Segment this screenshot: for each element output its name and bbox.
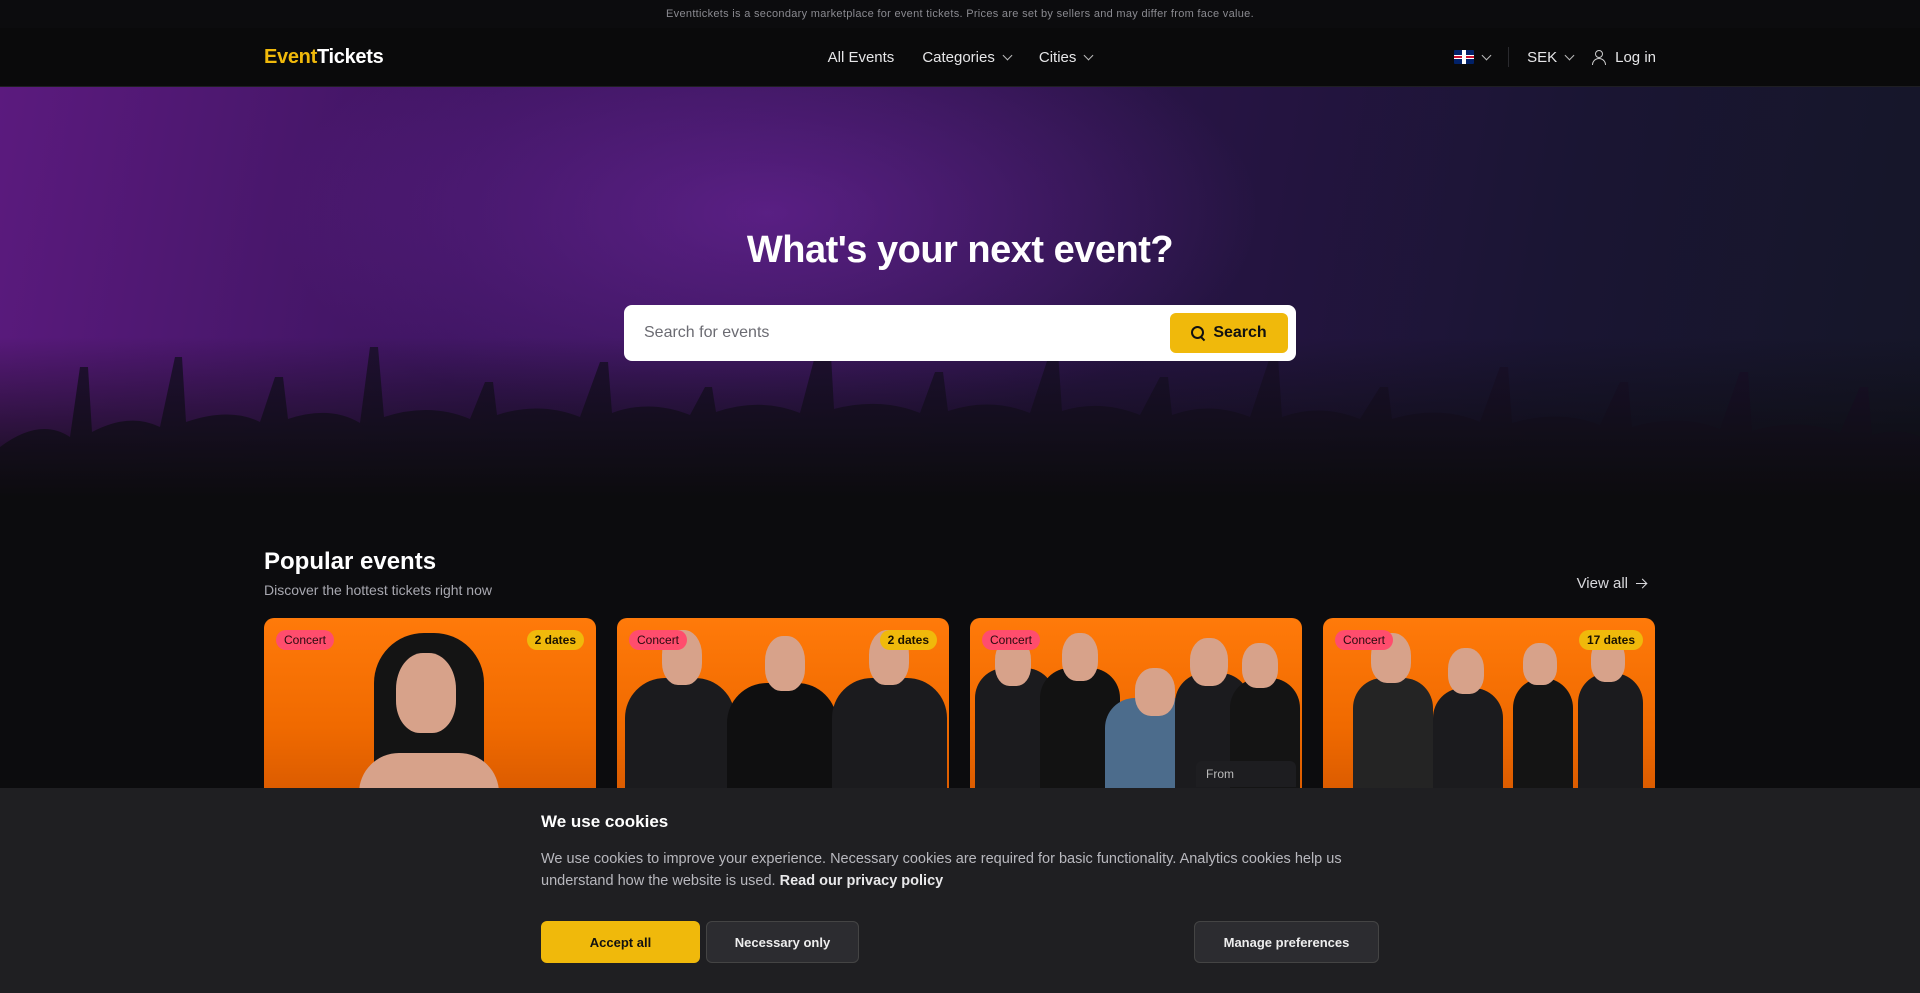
category-badge: Concert xyxy=(1335,630,1394,650)
main-header: EventTickets All Events Categories Citie… xyxy=(0,28,1920,87)
category-badge: Concert xyxy=(982,630,1041,650)
view-all-link[interactable]: View all xyxy=(1577,575,1646,592)
search-icon xyxy=(1191,326,1205,340)
chevron-down-icon xyxy=(1481,50,1492,60)
chevron-down-icon xyxy=(1002,50,1013,60)
search-bar: Search xyxy=(624,305,1296,361)
cookie-description: We use cookies to improve your experienc… xyxy=(541,848,1379,892)
popular-events-title: Popular events xyxy=(264,548,437,575)
uk-flag-icon xyxy=(1454,50,1475,64)
nav-categories[interactable]: Categories xyxy=(922,48,1013,66)
logo-part-tickets: Tickets xyxy=(316,45,384,68)
chevron-down-icon xyxy=(1083,50,1094,60)
search-input[interactable] xyxy=(644,324,1170,342)
login-button[interactable]: Log in xyxy=(1591,49,1656,66)
logo[interactable]: EventTickets xyxy=(264,45,384,69)
hero-section: What's your next event? Search xyxy=(0,87,1920,507)
category-badge: Concert xyxy=(276,630,335,650)
nav-categories-label: Categories xyxy=(922,48,995,66)
currency-selector[interactable]: SEK xyxy=(1527,48,1575,66)
dates-badge: 17 dates xyxy=(1578,630,1643,650)
nav-all-events-label: All Events xyxy=(827,48,895,66)
nav-cities-label: Cities xyxy=(1038,48,1077,66)
divider xyxy=(1508,47,1510,67)
accept-all-button[interactable]: Accept all xyxy=(541,921,700,963)
currency-label: SEK xyxy=(1527,48,1558,66)
event-card[interactable]: Concert 17 dates xyxy=(1323,618,1655,798)
cookie-title: We use cookies xyxy=(541,812,669,831)
event-card[interactable]: Concert 2 dates xyxy=(264,618,596,798)
arrow-right-icon xyxy=(1636,579,1646,589)
logo-part-event: Event xyxy=(264,45,317,68)
event-card[interactable]: Concert From xyxy=(970,618,1302,798)
event-cards: Concert 2 dates Concert 2 dates Concert xyxy=(264,618,1656,798)
popular-events-section: Popular events Discover the hottest tick… xyxy=(264,548,1656,798)
hero-title: What's your next event? xyxy=(746,229,1174,271)
manage-preferences-button[interactable]: Manage preferences xyxy=(1194,921,1379,963)
header-actions: SEK Log in xyxy=(1454,47,1656,67)
artist-image xyxy=(359,633,499,798)
dates-badge: 2 dates xyxy=(879,630,937,650)
search-button[interactable]: Search xyxy=(1170,313,1288,353)
popular-events-subtitle: Discover the hottest tickets right now xyxy=(264,582,492,598)
popular-events-header: Popular events Discover the hottest tick… xyxy=(264,548,1656,598)
search-button-label: Search xyxy=(1213,324,1267,341)
user-icon xyxy=(1591,50,1607,65)
necessary-only-button[interactable]: Necessary only xyxy=(706,921,859,963)
price-from-label: From xyxy=(1196,761,1296,787)
dates-badge: 2 dates xyxy=(526,630,584,650)
cookie-banner: We use cookies We use cookies to improve… xyxy=(0,788,1920,993)
marketplace-notice: Eventtickets is a secondary marketplace … xyxy=(0,0,1920,28)
view-all-label: View all xyxy=(1576,575,1628,592)
chevron-down-icon xyxy=(1564,50,1575,60)
event-card[interactable]: Concert 2 dates xyxy=(617,618,949,798)
nav-all-events[interactable]: All Events xyxy=(828,49,895,66)
category-badge: Concert xyxy=(629,630,688,650)
language-selector[interactable] xyxy=(1454,50,1492,64)
nav-cities[interactable]: Cities xyxy=(1038,48,1094,66)
login-label: Log in xyxy=(1615,48,1656,66)
privacy-policy-link[interactable]: Read our privacy policy xyxy=(780,873,944,889)
